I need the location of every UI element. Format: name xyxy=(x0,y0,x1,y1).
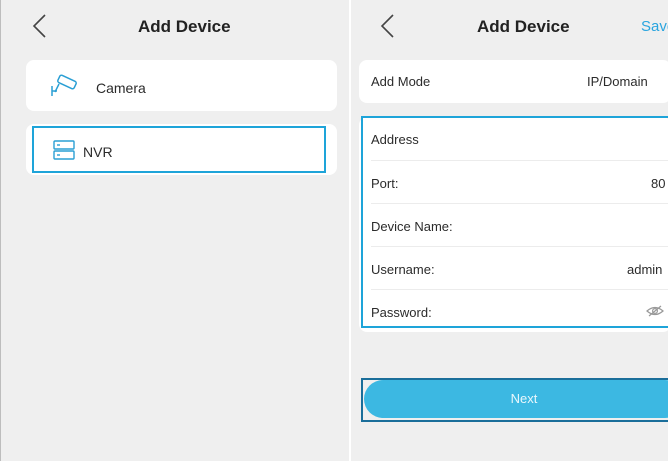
nav-bar: Add Device Save xyxy=(351,0,668,56)
device-type-screen: Add Device Camera NVR xyxy=(0,0,349,461)
back-arrow-icon[interactable] xyxy=(377,13,399,39)
cctv-camera-icon xyxy=(51,74,77,96)
add-mode-value: IP/Domain xyxy=(587,74,648,89)
camera-label: Camera xyxy=(96,80,146,96)
add-mode-row[interactable]: Add Mode IP/Domain xyxy=(359,60,668,103)
add-mode-label: Add Mode xyxy=(371,74,431,89)
next-highlight-frame xyxy=(361,378,668,422)
back-arrow-icon[interactable] xyxy=(29,13,51,39)
save-button[interactable]: Save xyxy=(641,18,668,35)
add-device-form-screen: Add Device Save Add Mode IP/Domain Addre… xyxy=(351,0,668,461)
page-title: Add Device xyxy=(138,17,231,36)
nav-bar: Add Device xyxy=(1,0,349,56)
device-item-camera[interactable]: Camera xyxy=(26,60,337,111)
nvr-highlight-frame xyxy=(32,126,326,173)
page-title: Add Device xyxy=(477,17,570,36)
fields-highlight-frame xyxy=(361,116,668,328)
